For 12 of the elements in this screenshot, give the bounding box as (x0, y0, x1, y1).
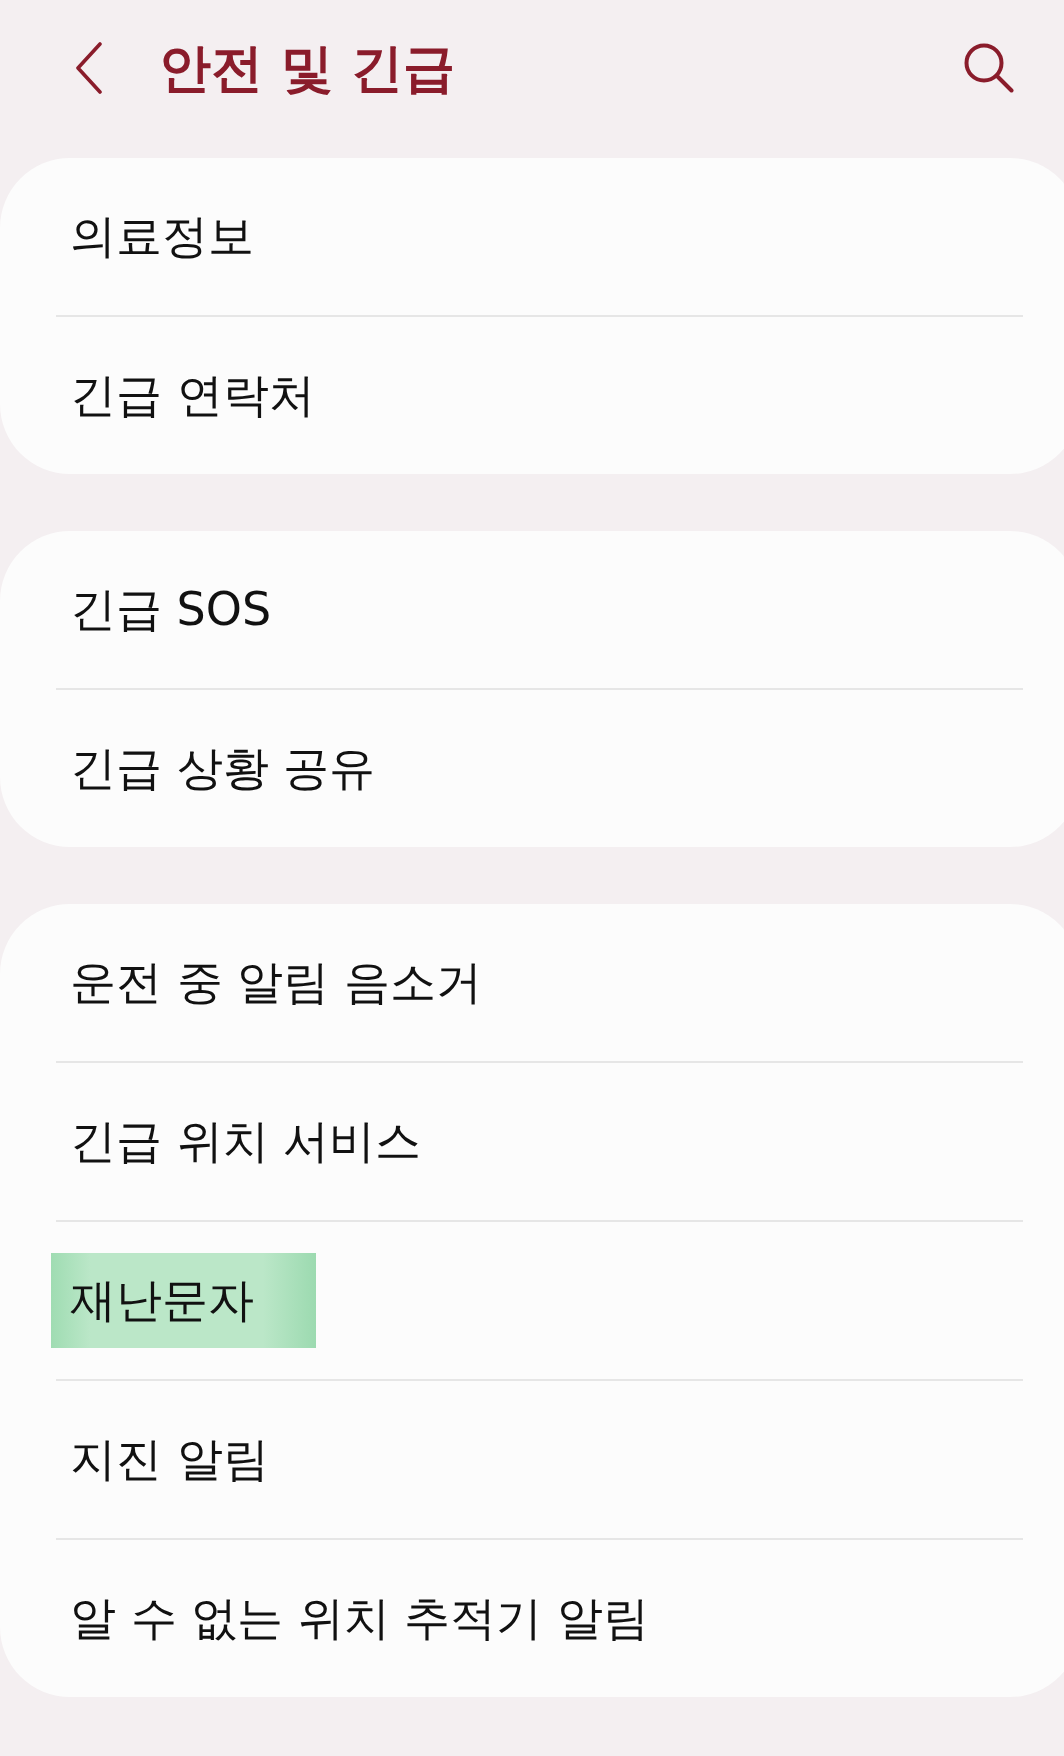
search-icon[interactable] (964, 43, 1014, 93)
settings-item[interactable]: 긴급 연락처 (70, 367, 315, 424)
settings-item[interactable]: 알 수 없는 위치 추적기 알림 (70, 1590, 650, 1647)
settings-item[interactable]: 긴급 상황 공유 (70, 740, 376, 797)
highlighted-settings-item[interactable]: 재난문자 (51, 1252, 316, 1349)
settings-item[interactable]: 지진 알림 (70, 1431, 269, 1488)
page-title: 안전 및 긴급 (159, 36, 456, 100)
settings-item[interactable]: 긴급 SOS (70, 581, 272, 638)
settings-item[interactable]: 의료정보 (70, 208, 254, 265)
back-icon[interactable] (75, 42, 103, 94)
settings-item[interactable]: 긴급 위치 서비스 (70, 1113, 422, 1170)
settings-item[interactable]: 운전 중 알림 음소거 (70, 954, 482, 1011)
